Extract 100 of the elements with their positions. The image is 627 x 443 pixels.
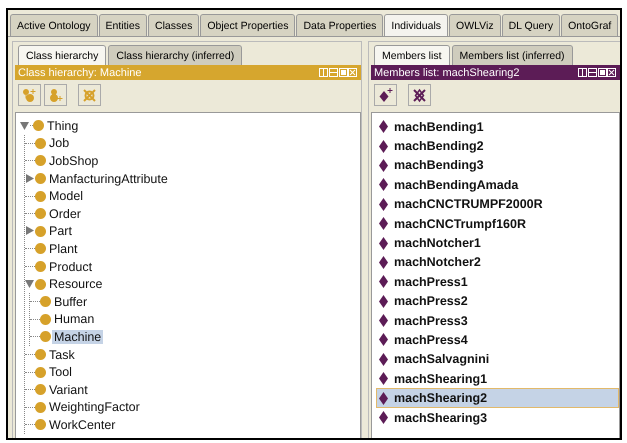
class-icon — [35, 173, 46, 184]
workspace-tab[interactable]: Active Ontology — [10, 14, 98, 36]
member-item[interactable]: machShearing1 — [376, 369, 619, 388]
member-label: machShearing3 — [394, 410, 488, 425]
view-tab[interactable]: Members list (inferred) — [452, 45, 573, 65]
diamond-icon — [379, 198, 388, 211]
add-sibling-icon — [48, 88, 63, 102]
class-icon — [35, 419, 46, 430]
diamond-icon — [379, 217, 388, 230]
member-item[interactable]: machCNCTRUMPF2000R — [376, 194, 619, 214]
member-item[interactable]: machPress4 — [376, 330, 619, 350]
member-label: machPress1 — [394, 274, 468, 289]
member-label: machPress3 — [394, 314, 468, 328]
member-label: machBending3 — [394, 158, 484, 172]
panel-controls-icon[interactable] — [578, 68, 616, 77]
tree-item[interactable]: Human — [52, 312, 96, 326]
workspace-tab[interactable]: Individuals — [384, 14, 448, 36]
expand-arrow-icon[interactable] — [25, 174, 35, 184]
add-subclass-icon — [22, 88, 37, 102]
member-label: machNotcher2 — [394, 255, 481, 270]
collapse-arrow-icon[interactable] — [25, 279, 35, 290]
member-label: machNotcher1 — [394, 236, 481, 250]
class-icon — [35, 366, 46, 378]
tree-item[interactable]: Task — [47, 348, 77, 362]
member-label: machBending1 — [394, 120, 484, 134]
diamond-icon — [379, 392, 388, 405]
tree-item[interactable]: Job — [47, 136, 72, 150]
tree-item[interactable]: Buffer — [52, 294, 90, 309]
panel-title: Class hierarchy: Machine — [18, 66, 142, 78]
diamond-icon — [379, 372, 388, 386]
tree-item[interactable]: Resource — [47, 277, 104, 292]
tree-item[interactable]: Model — [47, 189, 86, 204]
diamond-icon — [379, 294, 388, 308]
class-icon — [35, 349, 46, 360]
diamond-icon — [379, 275, 388, 288]
workspace-tab[interactable]: OntoGraf — [561, 14, 618, 36]
member-label: machShearing1 — [394, 372, 488, 386]
member-item[interactable]: machSalvagnini — [376, 350, 619, 370]
tree-item[interactable]: Product — [47, 260, 94, 274]
class-icon — [35, 243, 46, 254]
class-icon — [35, 261, 46, 272]
tree-item[interactable]: Order — [47, 206, 83, 221]
class-icon — [35, 402, 46, 413]
class-icon — [35, 278, 46, 290]
member-item[interactable]: machBending1 — [376, 117, 619, 136]
view-tab[interactable]: Class hierarchy (inferred) — [108, 45, 242, 65]
diamond-plus-icon — [378, 88, 393, 102]
tree-item[interactable]: WeightingFactor — [47, 400, 142, 414]
tree-item[interactable]: Tool — [47, 365, 74, 380]
diamond-icon — [379, 314, 388, 328]
class-icon — [40, 331, 51, 342]
class-icon — [35, 190, 46, 202]
member-item[interactable]: machBending3 — [376, 156, 619, 176]
class-icon — [35, 384, 46, 396]
workspace-tab[interactable]: Entities — [98, 14, 147, 36]
tree-item[interactable]: JobShop — [47, 154, 100, 168]
diamond-icon — [379, 140, 388, 153]
collapse-arrow-icon[interactable] — [20, 120, 30, 131]
tree-item[interactable]: ManfacturingAttribute — [47, 172, 170, 186]
member-item[interactable]: machBending2 — [376, 136, 619, 156]
tree-item[interactable]: Machine — [52, 330, 104, 344]
tree-item[interactable]: Variant — [47, 382, 90, 397]
member-label: machPress4 — [394, 332, 468, 347]
view-tab[interactable]: Members list — [374, 45, 450, 65]
workspace-tab[interactable]: Data Properties — [296, 14, 384, 36]
member-label: machSalvagnini — [394, 352, 490, 366]
diamond-icon — [379, 333, 388, 346]
member-item[interactable]: machPress1 — [376, 272, 619, 292]
member-label: machPress2 — [394, 294, 468, 308]
member-label: machBending2 — [394, 139, 484, 154]
member-item[interactable]: machNotcher2 — [376, 252, 619, 272]
member-item[interactable]: machBendingAmada — [376, 175, 619, 195]
class-icon — [33, 120, 44, 132]
tree-item[interactable]: WorkCenter — [47, 418, 118, 432]
tree-item[interactable]: Plant — [47, 242, 80, 256]
member-item[interactable]: machPress2 — [376, 292, 619, 311]
member-item[interactable]: machCNCTrumpf160R — [376, 214, 619, 234]
workspace-tab[interactable]: Object Properties — [200, 14, 296, 36]
class-icon — [35, 138, 46, 149]
member-item[interactable]: machNotcher1 — [376, 233, 619, 253]
diamond-icon — [379, 178, 388, 192]
add-individual-button[interactable] — [374, 84, 397, 106]
workspace-tab[interactable]: DL Query — [502, 14, 560, 36]
workspace-tab[interactable]: OWLViz — [449, 14, 501, 36]
member-item[interactable]: machShearing3 — [376, 408, 619, 428]
tree-item[interactable]: Part — [47, 224, 74, 238]
member-label: machCNCTrumpf160R — [394, 216, 526, 231]
member-label: machShearing2 — [394, 391, 488, 406]
class-icon — [35, 226, 46, 237]
member-label: machCNCTRUMPF2000R — [394, 197, 543, 212]
delete-individual-button[interactable] — [408, 84, 431, 106]
delete-icon — [82, 88, 97, 102]
workspace-tab[interactable]: Classes — [148, 14, 200, 36]
member-item[interactable]: machShearing2 — [376, 388, 619, 408]
diamond-icon — [379, 411, 388, 424]
view-tab[interactable]: Class hierarchy — [18, 45, 106, 65]
expand-arrow-icon[interactable] — [25, 226, 35, 236]
diamond-icon — [379, 158, 388, 172]
tree-item[interactable]: Thing — [45, 118, 80, 133]
member-item[interactable]: machPress3 — [376, 310, 619, 330]
